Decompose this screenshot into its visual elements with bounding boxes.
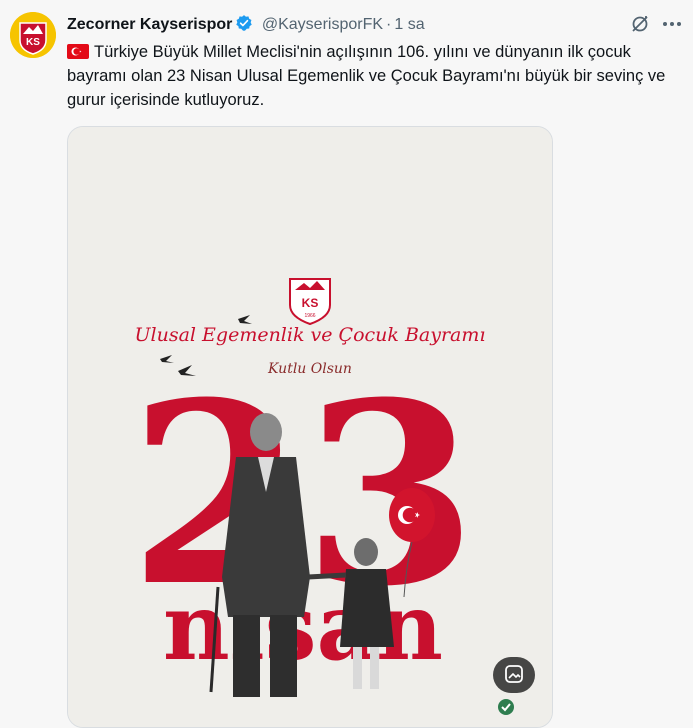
turkish-flag-icon xyxy=(67,42,89,59)
author-handle[interactable]: @KayserisporFK xyxy=(262,16,383,33)
check-icon xyxy=(497,698,515,716)
tweet-media-image[interactable]: KS 1966 Ulusal Egemenlik ve Çocuk Bayram… xyxy=(67,126,553,728)
tweet-time[interactable]: 1 sa xyxy=(394,16,424,33)
tweet-text: Türkiye Büyük Millet Meclisi'nin açılışı… xyxy=(67,43,666,109)
author-name[interactable]: Zecorner Kayserispor xyxy=(67,16,232,33)
avatar[interactable]: KS xyxy=(10,12,56,58)
kayserispor-logo: KS xyxy=(10,12,56,58)
separator-dot: · xyxy=(386,16,392,33)
tweet-text-container: Türkiye Büyük Millet Meclisi'nin açılışı… xyxy=(67,40,677,112)
poster-logo: KS 1966 xyxy=(289,278,331,326)
avatar-logo-text: KS xyxy=(26,37,40,48)
poster-logo-text: KS xyxy=(302,296,319,310)
image-edit-icon xyxy=(505,665,523,683)
poster-logo-year: 1966 xyxy=(304,313,315,319)
grok-icon[interactable] xyxy=(630,14,650,34)
poster-title: Ulusal Egemenlik ve Çocuk Bayramı xyxy=(135,324,486,346)
celebration-poster: KS 1966 Ulusal Egemenlik ve Çocuk Bayram… xyxy=(68,127,552,727)
verified-badge-icon xyxy=(235,14,253,39)
tweet-header: Zecorner Kayserispor @KayserisporFK · 1 sa xyxy=(67,14,682,36)
more-icon[interactable] xyxy=(660,13,684,35)
image-edit-button[interactable] xyxy=(493,657,535,693)
